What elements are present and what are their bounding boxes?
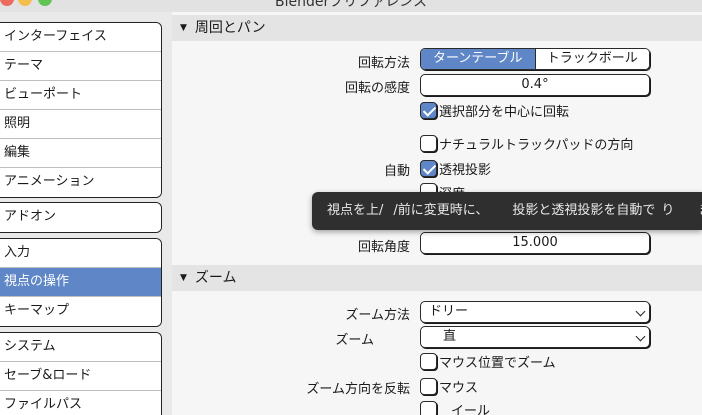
- orbit-pan-panel-header[interactable]: ▼ 周回とパン: [172, 15, 702, 41]
- tooltip-text-part: 視点を上/: [327, 203, 384, 218]
- invert-zoom-mouse-label: マウス: [439, 380, 479, 396]
- window-titlebar: Blenderプリファレンス: [0, 0, 702, 12]
- preferences-sidebar: インターフェイス テーマ ビューポート 照明 編集 アニメーション アドオン 入…: [0, 12, 172, 415]
- orbit-selection-checkbox[interactable]: 選択部分を中心に回転: [420, 100, 569, 120]
- orbit-method-selector: ターンテーブル トラックボール: [420, 48, 650, 70]
- chevron-down-icon: [635, 306, 646, 317]
- invert-zoom-wheel-checkbox[interactable]: イール: [420, 399, 490, 415]
- invert-zoom-label: ズーム方向を反転: [306, 382, 410, 397]
- window-title: Blenderプリファレンス: [275, 0, 427, 10]
- checkbox-unchecked-icon: [420, 134, 437, 152]
- tooltip: 視点を上/ /前に変更時に、 投影と透視投影を自動でり ます: [312, 192, 702, 230]
- zoom-axis-label: ズーム: [335, 333, 374, 348]
- chevron-down-icon: [635, 331, 646, 342]
- zoom-to-mouse-label: マウス位置でズーム: [439, 355, 556, 371]
- sidebar-item-keymap[interactable]: キーマップ: [0, 297, 161, 326]
- natural-trackpad-checkbox[interactable]: ナチュラルトラックパッドの方向: [420, 133, 633, 153]
- zoom-to-mouse-checkbox[interactable]: マウス位置でズーム: [420, 351, 556, 371]
- sidebar-group-input: 入力 視点の操作 キーマップ: [0, 238, 162, 327]
- checkbox-unchecked-icon: [420, 400, 437, 415]
- sidebar-item-file-paths[interactable]: ファイルパス: [0, 391, 161, 415]
- invert-zoom-wheel-label: イール: [451, 403, 491, 415]
- sidebar-group-addons: アドオン: [0, 202, 162, 233]
- zoom-method-label: ズーム方法: [345, 308, 410, 323]
- sidebar-item-interface[interactable]: インターフェイス: [0, 23, 161, 52]
- collapse-triangle-icon: ▼: [180, 23, 187, 33]
- sidebar-item-system[interactable]: システム: [0, 333, 161, 362]
- zoom-axis-select[interactable]: 直: [420, 326, 650, 348]
- sidebar-item-navigation[interactable]: 視点の操作: [0, 268, 161, 297]
- sidebar-item-themes[interactable]: テーマ: [0, 52, 161, 81]
- checkbox-checked-icon: [420, 159, 437, 177]
- sidebar-item-viewport[interactable]: ビューポート: [0, 81, 161, 110]
- collapse-triangle-icon: ▼: [180, 273, 187, 283]
- rotation-angle-field[interactable]: 15.000: [420, 232, 650, 254]
- zoom-axis-value: 直: [443, 329, 457, 344]
- invert-zoom-mouse-checkbox[interactable]: マウス: [420, 376, 478, 396]
- tooltip-text-part: り: [661, 203, 675, 218]
- sidebar-item-addons[interactable]: アドオン: [0, 203, 161, 232]
- checkbox-unchecked-icon: [420, 352, 437, 370]
- sidebar-item-input[interactable]: 入力: [0, 239, 161, 268]
- tooltip-text-part: ます: [698, 203, 702, 218]
- sidebar-group-system: システム セーブ&ロード ファイルパス: [0, 332, 162, 415]
- tooltip-text-part: /前に変更時に、: [393, 203, 489, 218]
- zoom-method-value: ドリー: [429, 304, 469, 319]
- orbit-sensitivity-field[interactable]: 0.4°: [420, 74, 650, 96]
- rotation-angle-label: 回転角度: [357, 240, 410, 255]
- orbit-selection-label: 選択部分を中心に回転: [439, 104, 570, 120]
- tooltip-text-part: 投影と透視投影を自動で: [512, 203, 656, 218]
- sidebar-item-save-load[interactable]: セーブ&ロード: [0, 362, 161, 391]
- orbit-method-turntable[interactable]: ターンテーブル: [421, 49, 536, 69]
- zoom-header-label: ズーム: [194, 270, 237, 286]
- checkbox-unchecked-icon: [420, 377, 437, 395]
- orbit-method-label: 回転方法: [357, 56, 410, 71]
- orbit-method-trackball[interactable]: トラックボール: [535, 49, 649, 69]
- checkbox-checked-icon: [420, 101, 437, 119]
- orbit-sensitivity-label: 回転の感度: [344, 81, 410, 96]
- sidebar-item-lights[interactable]: 照明: [0, 110, 161, 139]
- auto-perspective-label: 透視投影: [439, 162, 492, 178]
- zoom-panel-header[interactable]: ▼ ズーム: [172, 265, 702, 291]
- auto-perspective-checkbox[interactable]: 透視投影: [420, 158, 491, 178]
- sidebar-item-animation[interactable]: アニメーション: [0, 168, 161, 197]
- sidebar-group-interface: インターフェイス テーマ ビューポート 照明 編集 アニメーション: [0, 22, 162, 198]
- zoom-method-select[interactable]: ドリー: [420, 301, 650, 323]
- sidebar-item-editing[interactable]: 編集: [0, 139, 161, 168]
- natural-trackpad-label: ナチュラルトラックパッドの方向: [439, 137, 634, 153]
- orbit-pan-header-label: 周回とパン: [194, 20, 266, 36]
- auto-label: 自動: [383, 164, 410, 179]
